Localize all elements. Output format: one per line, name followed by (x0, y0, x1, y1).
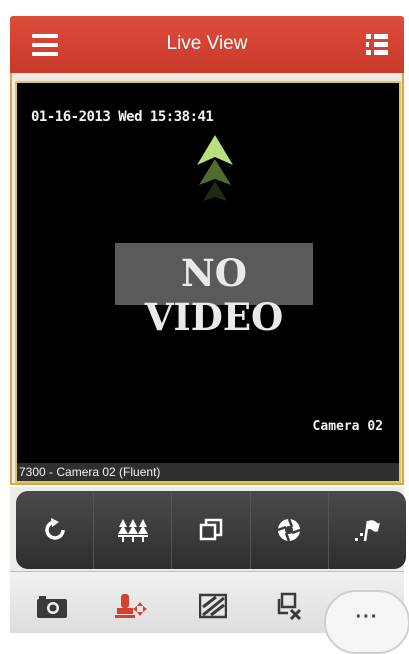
osd-datetime: 01-16-2013 Wed 15:38:41 (31, 109, 214, 125)
more-icon: ··· (355, 606, 379, 628)
flag-button[interactable] (329, 491, 406, 569)
flag-icon (355, 520, 381, 542)
refresh-icon (44, 518, 65, 540)
list-icon (366, 34, 388, 39)
bottom-tab-bar: ··· (10, 571, 409, 654)
window-icon (199, 518, 223, 541)
video-caption: 7300 - Camera 02 (Fluent) (17, 463, 399, 481)
no-video-label: NO VIDEO (144, 251, 284, 339)
image-icon (199, 593, 227, 619)
control-toolbar (16, 491, 406, 569)
camera-icon (37, 596, 67, 618)
header-bar: Live View (10, 16, 404, 73)
image-tab[interactable] (193, 586, 233, 626)
close-window-tab[interactable] (269, 586, 309, 626)
refresh-button[interactable] (16, 491, 95, 569)
close-window-icon (277, 592, 302, 620)
tree-icon (117, 519, 148, 542)
ptz-up-arrow-icon[interactable] (195, 135, 235, 215)
device-list-button[interactable] (366, 34, 388, 56)
window-split-button[interactable] (172, 491, 251, 569)
ptz-icon (115, 594, 147, 618)
video-window[interactable]: 01-16-2013 Wed 15:38:41 NO VIDEO Camera … (15, 81, 401, 483)
page-title: Live View (166, 33, 248, 54)
device-tree-button[interactable] (94, 491, 173, 569)
aperture-icon (277, 518, 301, 542)
osd-camera-name: Camera 02 (312, 419, 383, 434)
image-settings-button[interactable] (251, 491, 329, 569)
capture-tab[interactable] (32, 586, 72, 626)
ptz-tab[interactable] (111, 586, 151, 626)
more-button[interactable]: ··· (324, 590, 409, 654)
